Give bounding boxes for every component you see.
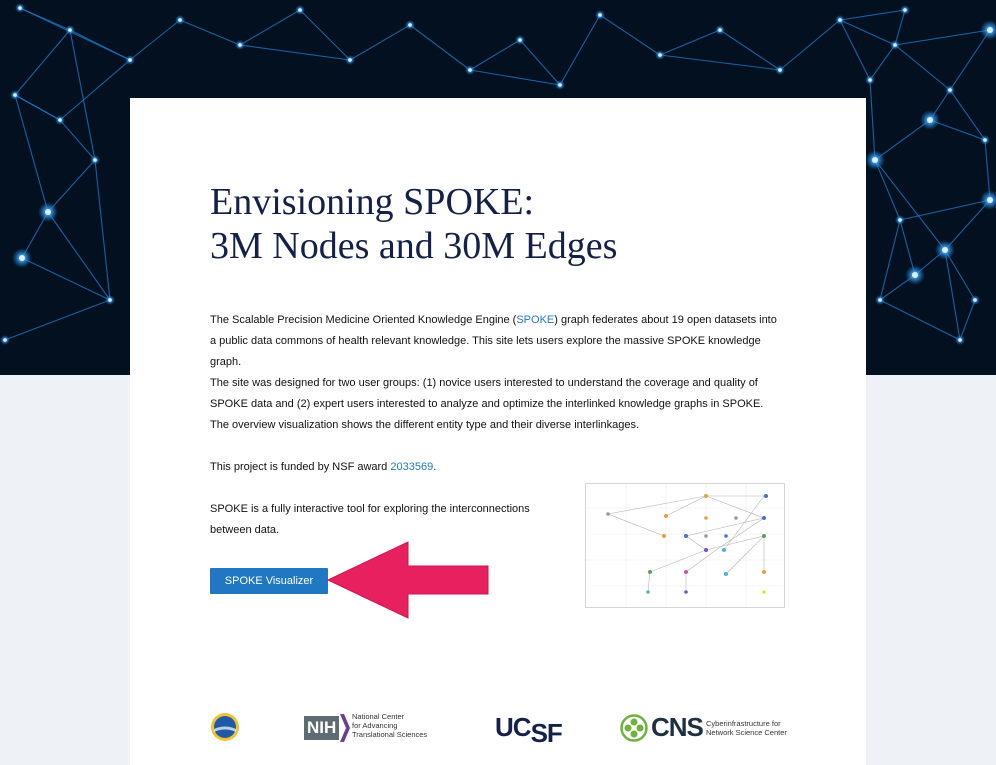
network-node-core [68,28,72,32]
network-node-core [298,8,302,12]
tool-description: SPOKE is a fully interactive tool for ex… [210,503,530,536]
network-node-core [128,58,132,62]
network-node-core [987,197,993,203]
network-preview-image [586,484,784,607]
page-title: Envisioning SPOKE: 3M Nodes and 30M Edge… [210,180,617,268]
network-node-core [598,13,602,17]
cns-subtitle: Cyberinfrastructure for Network Science … [706,719,796,737]
network-node-core [878,298,882,302]
funding-text-end: . [433,461,437,473]
network-node-core [973,298,977,302]
network-node-core [903,8,907,12]
funding-text: This project is funded by NSF award [210,461,391,473]
page-title-line-2: 3M Nodes and 30M Edges [210,225,618,267]
cns-flower-icon [620,714,648,742]
intro-paragraph: The Scalable Precision Medicine Oriented… [210,310,780,373]
network-node-core [983,138,987,142]
network-node-core [178,18,182,22]
network-node-core [718,28,722,32]
network-node-core [558,83,562,87]
network-node-core [3,338,7,342]
network-node-core [18,6,22,10]
ucsf-uc: UC [495,712,532,742]
ncats-line-2: for Advancing [352,721,398,730]
network-node-core [838,18,842,22]
network-node-core [348,58,352,62]
network-node-core [45,209,51,215]
network-node-core [912,272,918,278]
network-node-core [958,338,962,342]
network-node-core [927,117,933,123]
network-node-core [518,38,522,42]
network-node-core [93,158,97,162]
ncats-line-3: Translational Sciences [352,730,428,739]
network-node-core [948,88,952,92]
network-node-core [58,118,62,122]
network-node-core [238,43,242,47]
network-node-core [898,218,902,222]
user-groups-paragraph: The site was designed for two user group… [210,377,764,431]
network-node-core [778,68,782,72]
ucsf-logo[interactable]: UCSF [495,712,563,748]
page-title-line-1: Envisioning SPOKE: [210,181,535,223]
network-node-core [987,27,993,33]
funding-paragraph: This project is funded by NSF award 2033… [210,457,780,478]
cns-wordmark: CNS [651,712,704,742]
visualization-thumbnail[interactable] [585,483,785,608]
network-node-core [942,247,948,253]
nsf-seal-icon[interactable] [210,712,240,742]
network-node-core [19,255,25,261]
partner-logos: NIH National Center for Advancing Transl… [130,706,866,752]
network-node-core [13,93,17,97]
nsf-award-link[interactable]: 2033569 [390,461,433,473]
spoke-visualizer-button[interactable]: SPOKE Visualizer [210,568,328,594]
network-node-core [893,43,897,47]
nih-wordmark: NIH [304,716,340,740]
intro-text-start: The Scalable Precision Medicine Oriented… [210,314,517,326]
ncats-wordmark: National Center for Advancing Translatio… [352,712,442,739]
ucsf-sf: SF [530,718,563,748]
content-card: Envisioning SPOKE: 3M Nodes and 30M Edge… [130,98,866,765]
ncats-line-1: National Center [352,712,405,721]
cns-line-2: Network Science Center [706,727,787,737]
cns-logo[interactable]: CNS Cyberinfrastructure for Network Scie… [620,712,800,746]
network-node-core [468,68,472,72]
chevron-right-icon [340,714,350,742]
network-node-core [872,157,878,163]
network-node-core [658,53,662,57]
nih-ncats-logo[interactable]: NIH National Center for Advancing Transl… [304,712,434,746]
network-node-core [868,78,872,82]
pointer-arrow-icon [326,541,489,619]
network-node-core [408,23,412,27]
network-node-core [108,298,112,302]
spoke-link[interactable]: SPOKE [516,314,554,326]
